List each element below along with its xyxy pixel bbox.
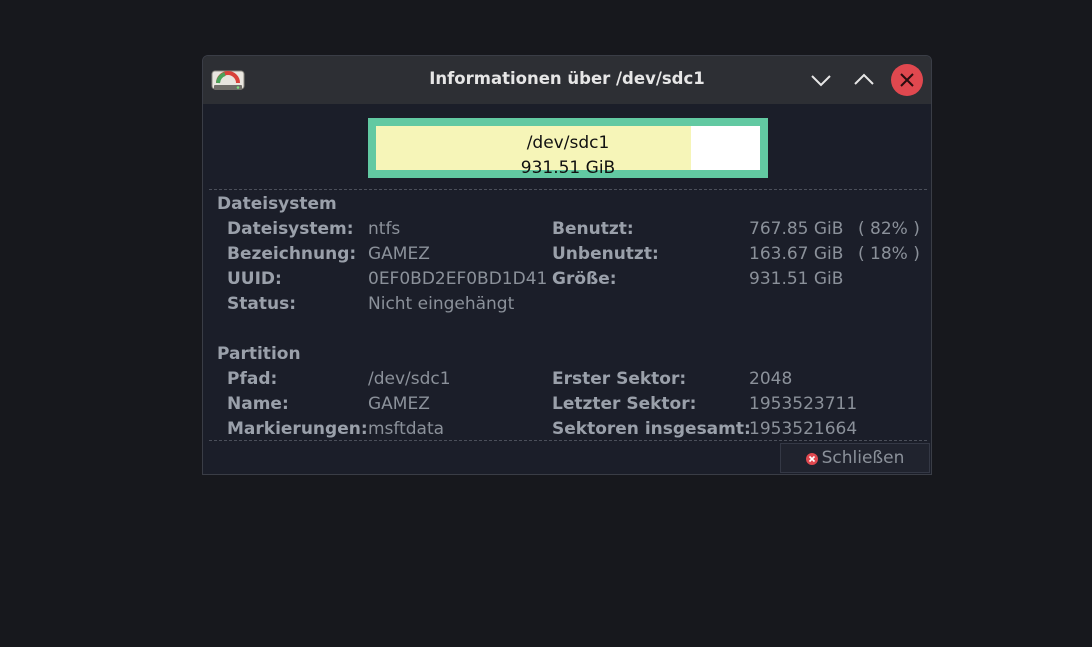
maximize-button[interactable]: [848, 64, 880, 96]
close-icon: [900, 73, 914, 87]
close-icon: [805, 453, 818, 465]
sector-value: 1953523711: [749, 394, 858, 414]
minimize-button[interactable]: [805, 64, 837, 96]
usage-percent: ( 18% ): [858, 244, 920, 264]
close-window-button[interactable]: [891, 64, 923, 96]
divider-bottom: [209, 440, 927, 441]
part-value: /dev/sdc1: [368, 369, 451, 389]
usage-label: Größe:: [552, 269, 617, 289]
sector-value: 1953521664: [749, 419, 858, 439]
usage-label: Benutzt:: [552, 219, 634, 239]
chevron-down-icon: [811, 75, 831, 87]
title-bar[interactable]: Informationen über /dev/sdc1: [203, 56, 931, 104]
usage-label: Unbenutzt:: [552, 244, 659, 264]
partition-bar-size: 931.51 GiB: [520, 158, 616, 178]
sector-value: 2048: [749, 369, 793, 389]
fs-value: ntfs: [368, 219, 401, 239]
fs-value: GAMEZ: [368, 244, 430, 264]
partition-usage-bar: /dev/sdc1 931.51 GiB: [368, 118, 768, 178]
fs-label: Status:: [227, 294, 296, 314]
part-label: Pfad:: [227, 369, 278, 389]
fs-value: 0EF0BD2EF0BD1D41: [368, 269, 548, 289]
sector-label: Sektoren insgesamt:: [552, 419, 751, 439]
divider-top: [209, 189, 927, 190]
part-label: Markierungen:: [227, 419, 368, 439]
part-label: Name:: [227, 394, 289, 414]
part-value: GAMEZ: [368, 394, 430, 414]
partition-bar-path: /dev/sdc1: [526, 133, 610, 153]
usage-value: 163.67 GiB: [749, 244, 844, 264]
chevron-up-icon: [854, 73, 874, 85]
fs-label: UUID:: [227, 269, 282, 289]
usage-value: 767.85 GiB: [749, 219, 844, 239]
part-value: msftdata: [368, 419, 445, 439]
sector-label: Letzter Sektor:: [552, 394, 697, 414]
usage-value: 931.51 GiB: [749, 269, 844, 289]
fs-value: Nicht eingehängt: [368, 294, 515, 314]
filesystem-heading: Dateisystem: [217, 194, 337, 214]
fs-label: Bezeichnung:: [227, 244, 357, 264]
usage-percent: ( 82% ): [858, 219, 920, 239]
fs-label: Dateisystem:: [227, 219, 354, 239]
partition-heading: Partition: [217, 344, 301, 364]
info-dialog: Informationen über /dev/sdc1 /dev/sdc1 9…: [202, 55, 932, 475]
close-button-label: Schließen: [821, 448, 905, 468]
close-button[interactable]: Schließen: [780, 443, 930, 473]
sector-label: Erster Sektor:: [552, 369, 687, 389]
